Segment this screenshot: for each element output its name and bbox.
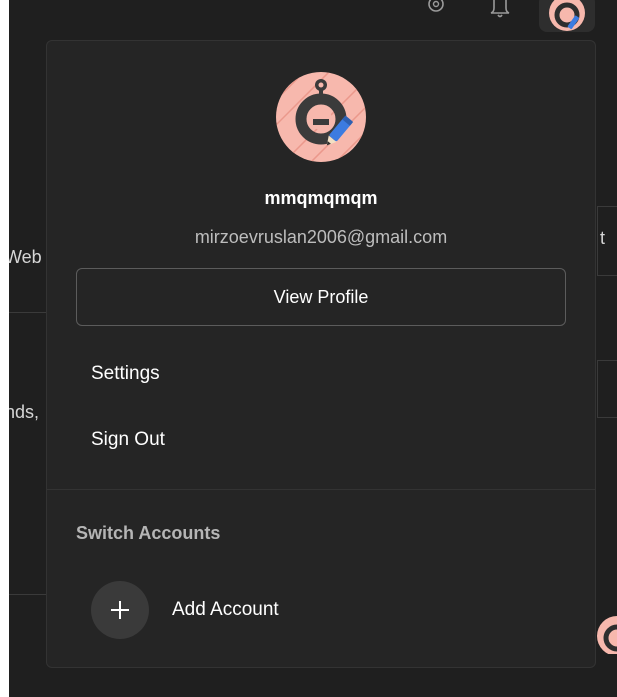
- profile-dropdown-menu: mmqmqmqm mirzoevruslan2006@gmail.com Vie…: [46, 40, 596, 668]
- menu-item-sign-out[interactable]: Sign Out: [91, 429, 165, 451]
- background-text-nds: nds,: [9, 402, 40, 422]
- gear-icon[interactable]: [423, 0, 449, 20]
- profile-avatar: [275, 71, 367, 163]
- avatar-icon: [276, 72, 366, 162]
- bell-icon[interactable]: [487, 0, 513, 20]
- view-profile-button[interactable]: View Profile: [76, 268, 566, 326]
- profile-username: mmqmqmqm: [264, 188, 378, 208]
- switch-accounts-title: Switch Accounts: [76, 523, 221, 543]
- profile-email: mirzoevruslan2006@gmail.com: [194, 227, 448, 247]
- menu-divider: [47, 489, 595, 490]
- menu-item-settings[interactable]: Settings: [91, 363, 160, 385]
- background-text-t: t: [600, 228, 606, 248]
- add-account-button[interactable]: Add Account: [91, 581, 279, 639]
- add-account-label: Add Account: [172, 599, 279, 620]
- background-avatar: [595, 614, 617, 654]
- background-text-web: Web: [9, 247, 42, 267]
- background-cell: [597, 360, 617, 418]
- avatar-icon: [549, 0, 585, 31]
- avatar-button[interactable]: [539, 0, 595, 32]
- background-row-divider: [9, 312, 49, 313]
- app-window: Web nds, t mmqmqmqm mirzoevruslan2006@gm…: [9, 0, 617, 697]
- plus-icon: [91, 581, 149, 639]
- top-bar: [9, 0, 617, 34]
- background-row-divider: [9, 594, 49, 595]
